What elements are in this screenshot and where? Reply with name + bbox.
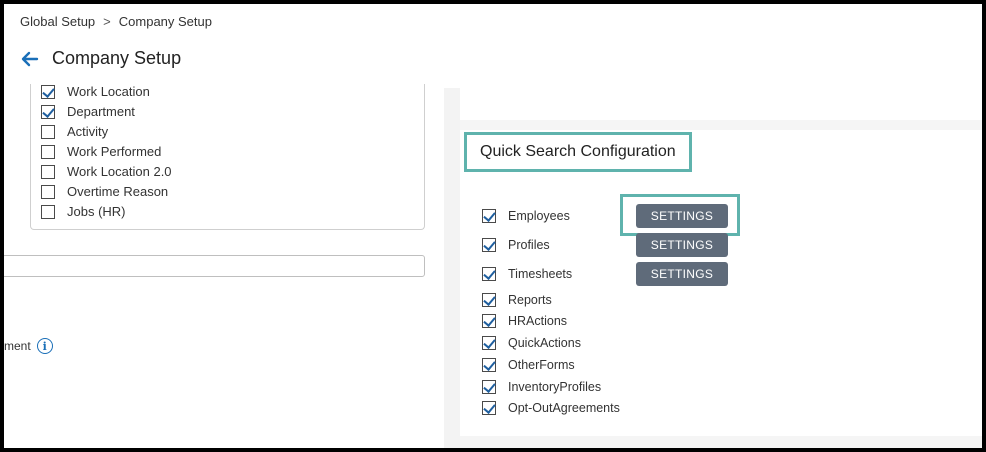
checkbox-otherforms[interactable] bbox=[482, 358, 496, 372]
quick-search-card: Quick Search Configuration Employees SET… bbox=[460, 130, 982, 436]
checkbox-work-performed[interactable] bbox=[41, 144, 55, 159]
row-label: Employees bbox=[508, 209, 570, 223]
list-item[interactable]: Work Location 2.0 bbox=[41, 164, 172, 179]
list-item[interactable]: Work Location bbox=[41, 84, 150, 99]
dimension-list: Work Location Department Activity Work P… bbox=[30, 84, 425, 230]
row-label: Opt-OutAgreements bbox=[508, 401, 620, 415]
breadcrumb-separator: > bbox=[103, 14, 111, 29]
checkbox-timesheets[interactable] bbox=[482, 267, 496, 281]
row-label: Timesheets bbox=[508, 267, 573, 281]
list-item-label: Department bbox=[67, 104, 135, 119]
list-item[interactable]: Overtime Reason bbox=[41, 184, 168, 199]
text-input[interactable] bbox=[4, 255, 425, 277]
employees-settings-button[interactable]: SETTINGS bbox=[636, 204, 728, 228]
checkbox-profiles[interactable] bbox=[482, 238, 496, 252]
quick-search-row-otherforms: OtherForms bbox=[482, 358, 636, 372]
checkbox-activity[interactable] bbox=[41, 124, 55, 139]
page-title: Company Setup bbox=[52, 48, 182, 68]
quick-search-title: Quick Search Configuration bbox=[464, 132, 692, 172]
checkbox-work-location[interactable] bbox=[41, 84, 55, 99]
quick-search-row-reports: Reports bbox=[482, 293, 636, 307]
checkbox-overtime-reason[interactable] bbox=[41, 184, 55, 199]
quick-search-row-inventoryprofiles: InventoryProfiles bbox=[482, 380, 636, 394]
setting-label-text: ment bbox=[4, 339, 31, 353]
quick-search-row-opt-out-agreements: Opt-OutAgreements bbox=[482, 401, 636, 415]
list-item[interactable]: Department bbox=[41, 104, 135, 119]
quick-search-row-hractions: HRActions bbox=[482, 314, 636, 328]
row-label: Reports bbox=[508, 293, 552, 307]
row-label: QuickActions bbox=[508, 336, 581, 350]
panel-divider bbox=[444, 88, 460, 448]
breadcrumb-global-setup[interactable]: Global Setup bbox=[20, 14, 95, 29]
row-label: HRActions bbox=[508, 314, 568, 328]
left-panel: Work Location Department Activity Work P… bbox=[4, 84, 444, 448]
list-item[interactable]: Work Performed bbox=[41, 144, 161, 159]
checkbox-opt-out-agreements[interactable] bbox=[482, 401, 496, 415]
list-item-label: Work Performed bbox=[67, 144, 162, 159]
section-title: Quick Search Configuration bbox=[480, 143, 676, 160]
list-item-label: Jobs (HR) bbox=[67, 204, 126, 219]
breadcrumb: Global Setup > Company Setup bbox=[20, 14, 212, 29]
list-item[interactable]: Jobs (HR) bbox=[41, 204, 126, 219]
previous-card bbox=[460, 88, 982, 120]
checkbox-department[interactable] bbox=[41, 104, 55, 119]
setting-label: ment i bbox=[4, 338, 53, 354]
content-area: Work Location Department Activity Work P… bbox=[4, 84, 982, 448]
list-item-label: Work Location bbox=[67, 84, 150, 99]
checkbox-jobs-hr[interactable] bbox=[41, 204, 55, 219]
quick-search-row-profiles: Profiles SETTINGS bbox=[482, 233, 728, 257]
list-item-label: Activity bbox=[67, 124, 109, 139]
list-item[interactable]: Activity bbox=[41, 124, 108, 139]
row-label: Profiles bbox=[508, 238, 550, 252]
checkbox-quickactions[interactable] bbox=[482, 336, 496, 350]
page-header: Company Setup bbox=[20, 48, 181, 69]
arrow-left-icon[interactable] bbox=[20, 49, 40, 69]
list-item-label: Overtime Reason bbox=[67, 184, 169, 199]
info-icon[interactable]: i bbox=[36, 338, 53, 354]
right-panel: Quick Search Configuration Employees SET… bbox=[460, 88, 982, 448]
checkbox-reports[interactable] bbox=[482, 293, 496, 307]
app-window: Global Setup > Company Setup Company Set… bbox=[4, 4, 982, 448]
quick-search-row-quickactions: QuickActions bbox=[482, 336, 636, 350]
checkbox-work-location-2[interactable] bbox=[41, 164, 55, 179]
checkbox-hractions[interactable] bbox=[482, 314, 496, 328]
quick-search-row-timesheets: Timesheets SETTINGS bbox=[482, 262, 728, 286]
breadcrumb-company-setup: Company Setup bbox=[118, 14, 212, 29]
checkbox-inventoryprofiles[interactable] bbox=[482, 380, 496, 394]
timesheets-settings-button[interactable]: SETTINGS bbox=[636, 262, 728, 286]
quick-search-row-employees: Employees SETTINGS bbox=[482, 204, 728, 228]
checkbox-employees[interactable] bbox=[482, 209, 496, 223]
row-label: InventoryProfiles bbox=[508, 380, 602, 394]
profiles-settings-button[interactable]: SETTINGS bbox=[636, 233, 728, 257]
list-item-label: Work Location 2.0 bbox=[67, 164, 172, 179]
row-label: OtherForms bbox=[508, 358, 575, 372]
